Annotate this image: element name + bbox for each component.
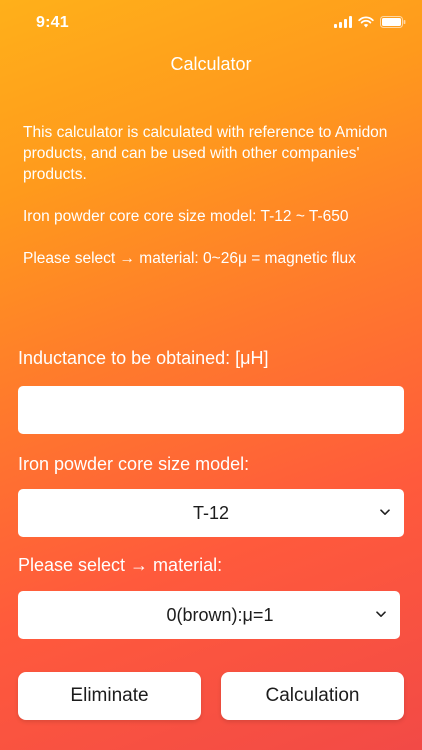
status-bar: 9:41 — [0, 0, 422, 44]
page-title: Calculator — [170, 54, 252, 74]
intro-paragraph-material: Please select → material: 0~26μ = magnet… — [23, 250, 356, 267]
core-size-select[interactable]: T-12 — [18, 489, 404, 537]
signal-icon — [334, 16, 352, 28]
eliminate-button[interactable]: Eliminate — [18, 672, 201, 720]
core-size-value: T-12 — [192, 502, 230, 523]
material-label: Please select → material: — [18, 555, 223, 575]
chevron-down-icon — [376, 611, 386, 617]
intro-paragraph-reference: This calculator is calculated with refer… — [23, 124, 388, 183]
status-time: 9:41 — [36, 14, 69, 31]
intro-paragraph-core-range: Iron powder core core size model: T-12 ~… — [23, 208, 349, 225]
battery-icon — [380, 16, 406, 28]
core-size-label: Iron powder core size model: — [18, 454, 250, 474]
inductance-input[interactable] — [18, 386, 404, 434]
inductance-label: Inductance to be obtained: [μH] — [18, 348, 269, 368]
chevron-down-icon — [380, 509, 390, 515]
wifi-icon — [358, 16, 374, 28]
material-select[interactable]: 0(brown):μ=1 — [18, 591, 400, 639]
intro-text: This calculator is calculated with refer… — [23, 122, 403, 290]
calculation-button[interactable]: Calculation — [221, 672, 404, 720]
status-icons — [334, 16, 406, 28]
material-value: 0(brown):μ=1 — [166, 604, 274, 625]
